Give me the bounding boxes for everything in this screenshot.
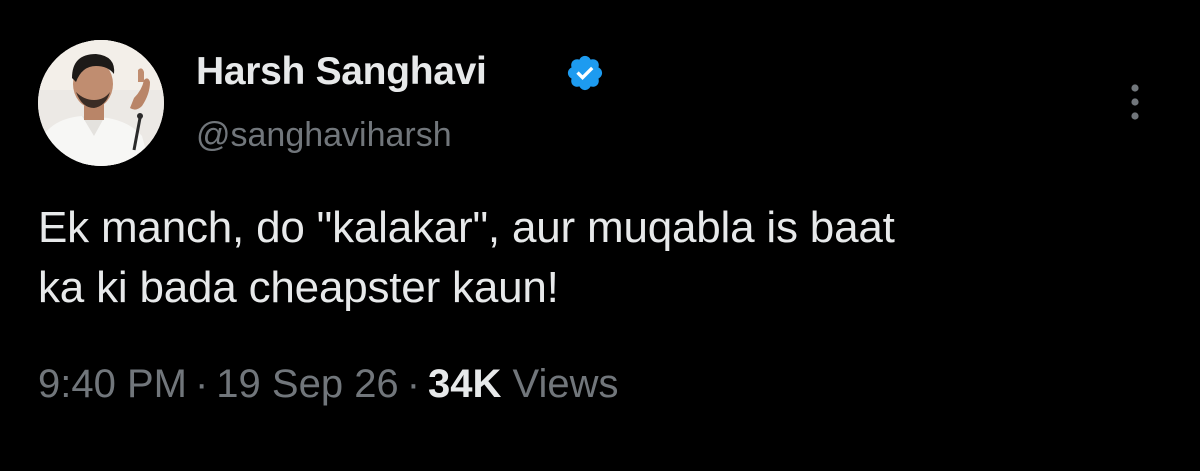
tweet-meta: 9:40 PM · 19 Sep 26 · 34K Views (38, 362, 619, 407)
more-options-icon[interactable] (1120, 80, 1150, 124)
verified-badge-icon[interactable] (565, 53, 605, 93)
tweet-card: Harsh Sanghavi @sanghaviharsh Ek manch, … (0, 0, 1200, 471)
author-handle[interactable]: @sanghaviharsh (196, 116, 452, 155)
tweet-text-line: ka ki bada cheapster kaun! (38, 263, 559, 312)
tweet-date[interactable]: 19 Sep 26 (216, 362, 398, 406)
meta-separator: · (194, 362, 209, 406)
views-label: Views (512, 362, 619, 406)
tweet-text-line: Ek manch, do "kalakar", aur muqabla is b… (38, 203, 895, 252)
tweet-text: Ek manch, do "kalakar", aur muqabla is b… (38, 198, 1168, 318)
author-display-name[interactable]: Harsh Sanghavi (196, 50, 487, 94)
tweet-time[interactable]: 9:40 PM (38, 362, 187, 406)
avatar-photo (38, 40, 164, 166)
views-count: 34K (428, 362, 502, 406)
avatar[interactable] (38, 40, 164, 166)
meta-separator: · (406, 362, 421, 406)
